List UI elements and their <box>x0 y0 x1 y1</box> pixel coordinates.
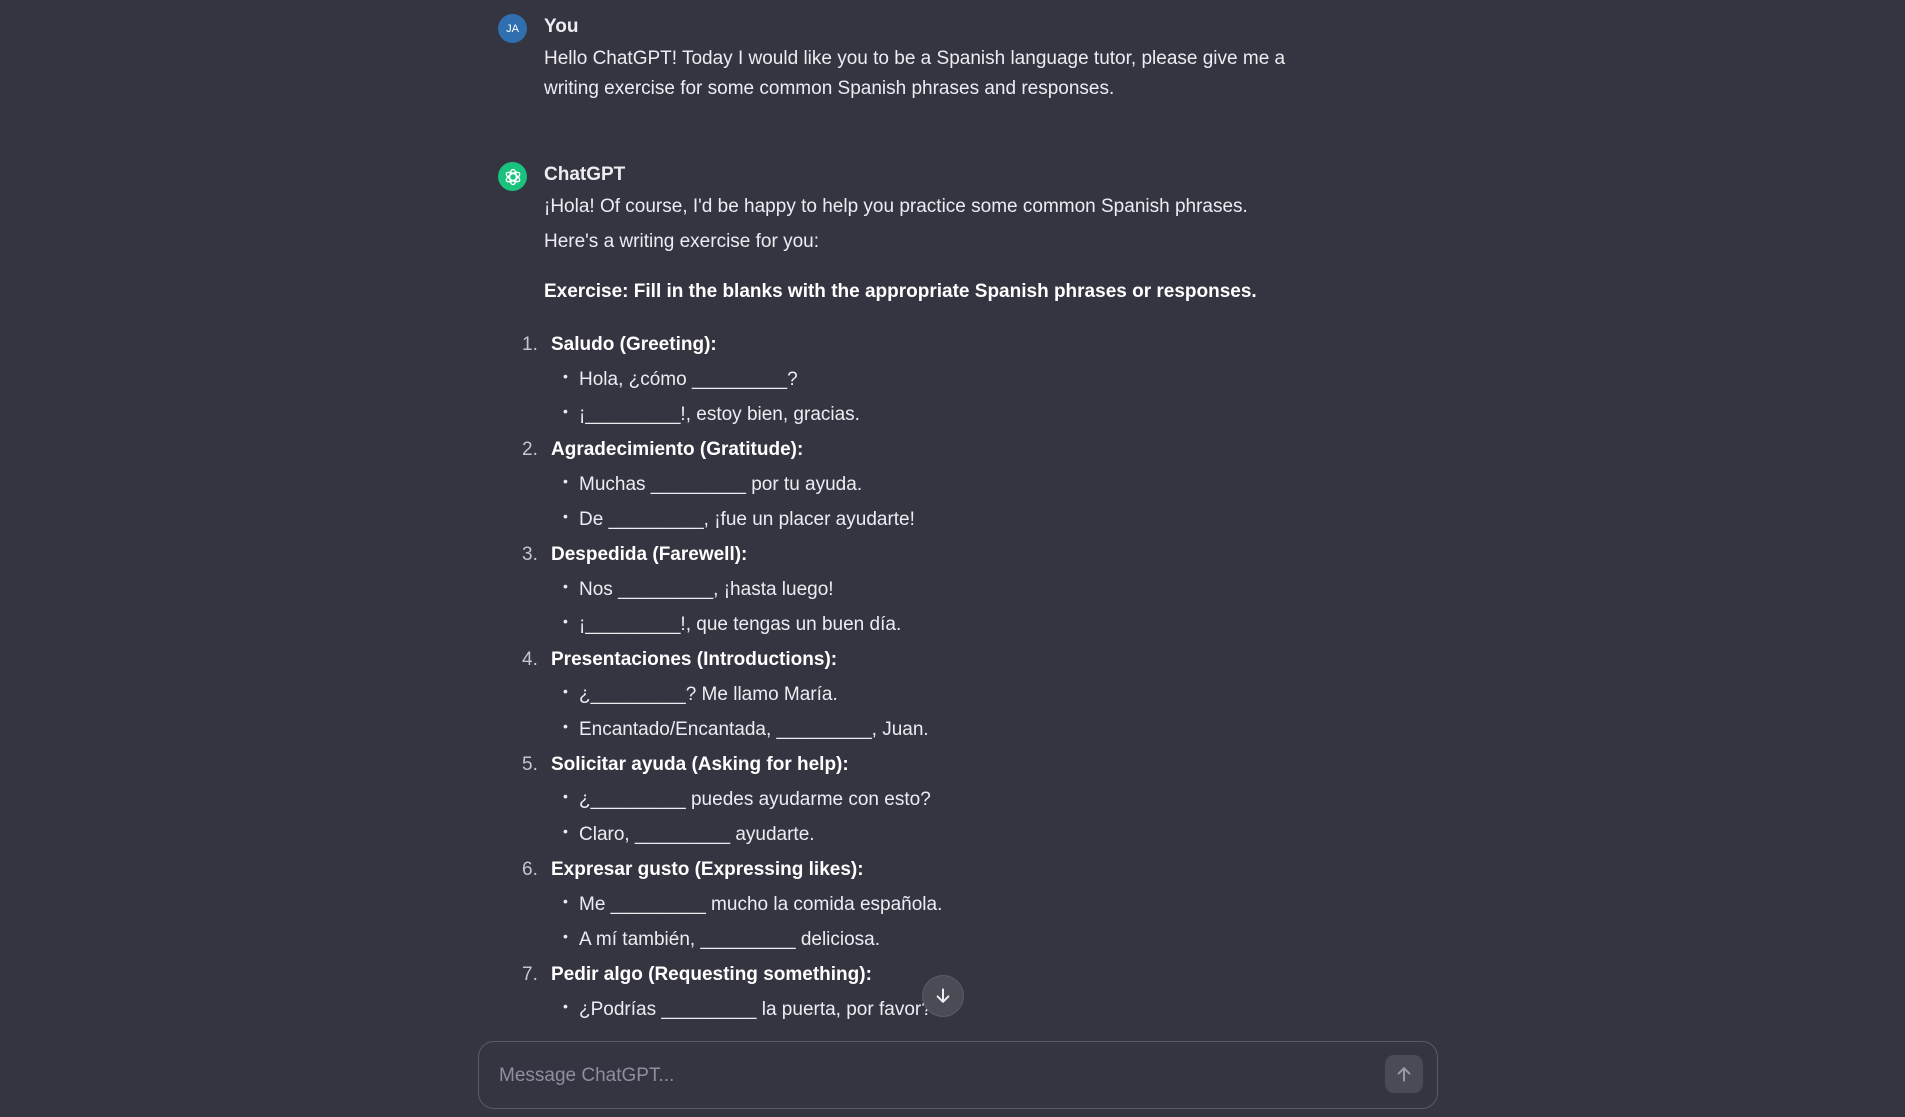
phrase-item: • ¡_________!, estoy bien, gracias. <box>563 397 1344 432</box>
exercise-section: 2. Agradecimiento (Gratitude): • Muchas _… <box>522 432 1344 537</box>
phrase-text: Hola, ¿cómo _________? <box>579 369 798 390</box>
user-author-name: You <box>544 16 579 37</box>
exercise-section: 1. Saludo (Greeting): • Hola, ¿cómo _____… <box>522 327 1344 432</box>
phrase-text: De _________, ¡fue un placer ayudarte! <box>579 509 915 530</box>
phrase-item: • Claro, _________ ayudarte. <box>563 817 1344 852</box>
arrow-up-icon <box>1397 1067 1411 1082</box>
section-number: 6. <box>522 859 538 880</box>
phrase-text: Encantado/Encantada, _________, Juan. <box>579 719 929 740</box>
assistant-avatar <box>498 162 527 191</box>
message-input[interactable] <box>497 1058 1341 1094</box>
phrase-item: • A mí también, _________ deliciosa. <box>563 922 1344 957</box>
section-number: 5. <box>522 754 538 775</box>
phrase-item: • ¿_________ puedes ayudarme con esto? <box>563 782 1344 817</box>
phrase-item: • Me _________ mucho la comida española. <box>563 887 1344 922</box>
exercise-section: 6. Expresar gusto (Expressing likes): • M… <box>522 852 1344 957</box>
section-title: Expresar gusto (Expressing likes): <box>551 859 864 880</box>
exercise-section: 3. Despedida (Farewell): • Nos _________,… <box>522 537 1344 642</box>
phrase-item: • Encantado/Encantada, _________, Juan. <box>563 712 1344 747</box>
bullet-icon: • <box>563 683 568 699</box>
exercise-sections: 1. Saludo (Greeting): • Hola, ¿cómo _____… <box>522 327 1344 1027</box>
openai-logo-icon <box>505 168 520 185</box>
phrase-list: • Nos _________, ¡hasta luego! • ¡________… <box>551 572 1344 642</box>
bullet-icon: • <box>563 718 568 734</box>
bullet-icon: • <box>563 788 568 804</box>
section-number: 3. <box>522 544 538 565</box>
phrase-text: A mí también, _________ deliciosa. <box>579 929 881 950</box>
phrase-item: • Nos _________, ¡hasta luego! <box>563 572 1344 607</box>
phrase-list: • ¿_________? Me llamo María. • Encantado/… <box>551 677 1344 747</box>
user-message-line: writing exercise for some common Spanish… <box>544 78 1115 99</box>
phrase-text: Nos _________, ¡hasta luego! <box>579 579 834 600</box>
send-button[interactable] <box>1385 1055 1423 1093</box>
assistant-intro-line: ¡Hola! Of course, I'd be happy to help y… <box>544 196 1248 217</box>
phrase-item: • Hola, ¿cómo _________? <box>563 362 1344 397</box>
bullet-icon: • <box>563 998 568 1014</box>
section-title: Solicitar ayuda (Asking for help): <box>551 754 849 775</box>
bullet-icon: • <box>563 508 568 524</box>
conversation-thread[interactable]: JA You Hello ChatGPT! Today I would like… <box>0 0 1905 1040</box>
bullet-icon: • <box>563 893 568 909</box>
section-title: Despedida (Farewell): <box>551 544 748 565</box>
phrase-item: • ¿_________? Me llamo María. <box>563 677 1344 712</box>
section-number: 1. <box>522 334 538 355</box>
exercise-section: 5. Solicitar ayuda (Asking for help): • ¿… <box>522 747 1344 852</box>
phrase-text: Me _________ mucho la comida española. <box>579 894 943 915</box>
phrase-text: Claro, _________ ayudarte. <box>579 824 815 845</box>
scroll-to-bottom-button[interactable] <box>922 975 964 1017</box>
bullet-icon: • <box>563 403 568 419</box>
phrase-list: • ¿_________ puedes ayudarme con esto? • C… <box>551 782 1344 852</box>
section-title: Agradecimiento (Gratitude): <box>551 439 804 460</box>
phrase-list: • Hola, ¿cómo _________? • ¡_________!, es… <box>551 362 1344 432</box>
section-title: Presentaciones (Introductions): <box>551 649 838 670</box>
phrase-text: ¿_________? Me llamo María. <box>579 684 838 705</box>
chat-app: JA You Hello ChatGPT! Today I would like… <box>0 0 1905 1117</box>
bullet-icon: • <box>563 578 568 594</box>
section-number: 4. <box>522 649 538 670</box>
arrow-down-icon <box>936 988 950 1003</box>
section-number: 2. <box>522 439 538 460</box>
bullet-icon: • <box>563 823 568 839</box>
phrase-text: ¿_________ puedes ayudarme con esto? <box>579 789 931 810</box>
bullet-icon: • <box>563 473 568 489</box>
user-message-body: Hello ChatGPT! Today I would like you to… <box>544 44 1344 104</box>
phrase-list: • Muchas _________ por tu ayuda. • De ____… <box>551 467 1344 537</box>
phrase-list: • Me _________ mucho la comida española. … <box>551 887 1344 957</box>
phrase-text: Muchas _________ por tu ayuda. <box>579 474 863 495</box>
exercise-title: Exercise: Fill in the blanks with the ap… <box>544 281 1257 302</box>
user-avatar: JA <box>498 14 527 43</box>
phrase-text: ¡_________!, estoy bien, gracias. <box>579 404 860 425</box>
assistant-intro-line: Here's a writing exercise for you: <box>544 231 820 252</box>
bullet-icon: • <box>563 613 568 629</box>
phrase-item: • Muchas _________ por tu ayuda. <box>563 467 1344 502</box>
phrase-text: ¿Podrías _________ la puerta, por favor? <box>579 999 932 1020</box>
phrase-item: • De _________, ¡fue un placer ayudarte! <box>563 502 1344 537</box>
exercise-section: 4. Presentaciones (Introductions): • ¿___… <box>522 642 1344 747</box>
assistant-author-name: ChatGPT <box>544 164 626 185</box>
section-title: Saludo (Greeting): <box>551 334 717 355</box>
bullet-icon: • <box>563 928 568 944</box>
section-number: 7. <box>522 964 538 985</box>
phrase-text: ¡_________!, que tengas un buen día. <box>579 614 902 635</box>
bullet-icon: • <box>563 368 568 384</box>
user-message-line: Hello ChatGPT! Today I would like you to… <box>544 48 1286 69</box>
assistant-message-body: ¡Hola! Of course, I'd be happy to help y… <box>522 192 1344 1027</box>
phrase-item: • ¡_________!, que tengas un buen día. <box>563 607 1344 642</box>
message-composer <box>478 1041 1438 1109</box>
